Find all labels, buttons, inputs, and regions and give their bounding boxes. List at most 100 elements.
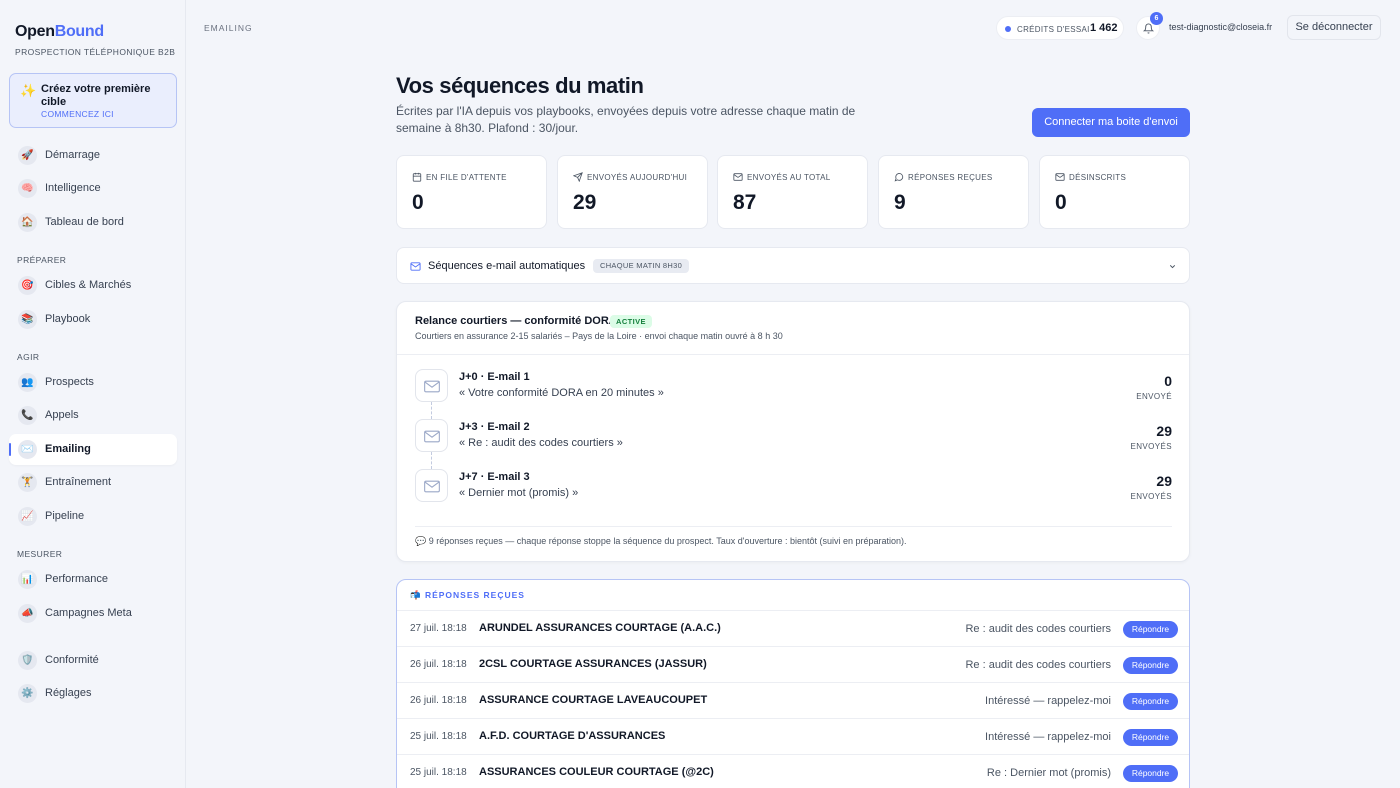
reply-date: 27 juil. 18:18 bbox=[410, 623, 467, 634]
mail-icon bbox=[1055, 173, 1065, 181]
sidebar-item-pipeline[interactable]: 📈 Pipeline bbox=[9, 501, 177, 532]
weightlifter-icon: 🏋️ bbox=[18, 473, 37, 492]
stat-value: 29 bbox=[573, 191, 597, 214]
bar-chart-icon: 📊 bbox=[18, 570, 37, 589]
envelope-icon bbox=[415, 419, 448, 452]
reply-button[interactable]: Répondre bbox=[1123, 729, 1178, 746]
step-count-unit: ENVOYÉ bbox=[1136, 392, 1172, 401]
sidebar-item-intelligence[interactable]: 🧠 Intelligence bbox=[9, 173, 177, 204]
email-sequences-toggle[interactable]: Séquences e-mail automatiques CHAQUE MAT… bbox=[396, 247, 1190, 284]
divider bbox=[397, 354, 1189, 355]
stat-label: En file d'attente bbox=[426, 173, 507, 182]
reply-button[interactable]: Répondre bbox=[1123, 657, 1178, 674]
sidebar-item-playbook[interactable]: 📚 Playbook bbox=[9, 304, 177, 335]
stat-label: Envoyés au total bbox=[747, 173, 831, 182]
sequence-title: Relance courtiers — conformité DORA bbox=[415, 315, 617, 327]
brain-icon: 🧠 bbox=[18, 179, 37, 198]
books-icon: 📚 bbox=[18, 310, 37, 329]
reply-row[interactable]: 25 juil. 18:18 ASSURANCES COULEUR COURTA… bbox=[397, 754, 1189, 788]
sidebar-item-dashboard[interactable]: 🏠 Tableau de bord bbox=[9, 207, 177, 238]
reply-company: 2CSL COURTAGE ASSURANCES (JASSUR) bbox=[479, 658, 707, 670]
sidebar-item-label: Emailing bbox=[45, 443, 91, 455]
chevron-down-icon bbox=[1169, 265, 1176, 269]
sequence-step[interactable]: J+3 · E-mail 2 « Re : audit des codes co… bbox=[415, 419, 1172, 459]
page-title: Vos séquences du matin bbox=[396, 73, 644, 98]
mail-icon bbox=[733, 173, 743, 181]
shield-icon: 🛡️ bbox=[18, 651, 37, 670]
credits-dot bbox=[1005, 26, 1011, 32]
reply-subject: Intéressé — rappelez-moi bbox=[985, 695, 1111, 707]
reply-row[interactable]: 25 juil. 18:18 A.F.D. COURTAGE D'ASSURAN… bbox=[397, 718, 1189, 754]
reply-company: ASSURANCE COURTAGE LAVEAUCOUPET bbox=[479, 694, 708, 706]
reply-row[interactable]: 26 juil. 18:18 2CSL COURTAGE ASSURANCES … bbox=[397, 646, 1189, 682]
reply-button[interactable]: Répondre bbox=[1123, 765, 1178, 782]
trial-credits: CRÉDITS D'ESSAI 1 462 bbox=[996, 16, 1124, 40]
envelope-icon: ✉️ bbox=[18, 440, 37, 459]
stat-unsubscribed: Désinscrits 0 bbox=[1039, 155, 1190, 229]
chat-icon bbox=[894, 173, 904, 182]
logo[interactable]: OpenBound bbox=[15, 23, 104, 41]
sidebar-item-prospects[interactable]: 👥 Prospects bbox=[9, 367, 177, 398]
reply-subject: Re : audit des codes courtiers bbox=[965, 623, 1111, 635]
sidebar-item-label: Réglages bbox=[45, 687, 92, 699]
sidebar-item-training[interactable]: 🏋️ Entraînement bbox=[9, 467, 177, 498]
sidebar: OpenBound Prospection téléphonique B2B ✨… bbox=[0, 0, 186, 788]
logout-button[interactable]: Se déconnecter bbox=[1287, 15, 1381, 40]
stat-value: 9 bbox=[894, 191, 906, 214]
sidebar-item-emailing[interactable]: ✉️ Emailing bbox=[9, 434, 177, 465]
reply-row[interactable]: 27 juil. 18:18 ARUNDEL ASSURANCES COURTA… bbox=[397, 610, 1189, 646]
sidebar-item-meta-campaigns[interactable]: 📣 Campagnes Meta bbox=[9, 598, 177, 629]
rocket-icon: 🚀 bbox=[18, 146, 37, 165]
step-name: J+3 · E-mail 2 bbox=[459, 421, 530, 433]
step-subject: « Votre conformité DORA en 20 minutes » bbox=[459, 387, 664, 399]
sidebar-item-label: Prospects bbox=[45, 376, 94, 388]
tagline: Prospection téléphonique B2B bbox=[15, 47, 176, 57]
stat-label: Réponses reçues bbox=[908, 173, 993, 182]
sidebar-item-performance[interactable]: 📊 Performance bbox=[9, 564, 177, 595]
sidebar-item-label: Conformité bbox=[45, 654, 99, 666]
bell-icon bbox=[1143, 23, 1154, 34]
schedule-tag: CHAQUE MATIN 8H30 bbox=[593, 259, 690, 273]
sidebar-item-demarrage[interactable]: 🚀 Démarrage bbox=[9, 140, 177, 171]
sequence-step[interactable]: J+0 · E-mail 1 « Votre conformité DORA e… bbox=[415, 369, 1172, 409]
sidebar-item-label: Pipeline bbox=[45, 510, 85, 522]
sequences-title: Séquences e-mail automatiques bbox=[428, 260, 586, 272]
sequence-step[interactable]: J+7 · E-mail 3 « Dernier mot (promis) » … bbox=[415, 469, 1172, 509]
stat-sent-today: Envoyés aujourd'hui 29 bbox=[557, 155, 708, 229]
section-agir: Agir bbox=[17, 352, 40, 362]
reply-row[interactable]: 26 juil. 18:18 ASSURANCE COURTAGE LAVEAU… bbox=[397, 682, 1189, 718]
stat-value: 0 bbox=[1055, 191, 1067, 214]
step-count: 0 bbox=[1164, 373, 1172, 389]
stat-value: 0 bbox=[412, 191, 424, 214]
reply-button[interactable]: Répondre bbox=[1123, 621, 1178, 638]
reply-subject: Intéressé — rappelez-moi bbox=[985, 731, 1111, 743]
create-target-cta[interactable]: ✨ Créez votre première cible COMMENCEZ I… bbox=[9, 73, 177, 128]
reply-button[interactable]: Répondre bbox=[1123, 693, 1178, 710]
sequence-description: Courtiers en assurance 2-15 salariés – P… bbox=[415, 331, 783, 341]
sidebar-item-label: Appels bbox=[45, 409, 79, 421]
envelope-icon bbox=[415, 469, 448, 502]
sidebar-item-targets[interactable]: 🎯 Cibles & Marchés bbox=[9, 270, 177, 301]
send-icon bbox=[573, 172, 583, 182]
notification-badge: 6 bbox=[1150, 12, 1163, 25]
sidebar-item-compliance[interactable]: 🛡️ Conformité bbox=[9, 645, 177, 676]
house-icon: 🏠 bbox=[18, 213, 37, 232]
reply-subject: Re : audit des codes courtiers bbox=[965, 659, 1111, 671]
sidebar-item-label: Tableau de bord bbox=[45, 216, 124, 228]
logo-accent: Bound bbox=[54, 23, 104, 40]
sidebar-item-calls[interactable]: 📞 Appels bbox=[9, 400, 177, 431]
reply-company: ARUNDEL ASSURANCES COURTAGE (A.A.C.) bbox=[479, 622, 721, 634]
phone-icon: 📞 bbox=[18, 406, 37, 425]
sidebar-item-label: Intelligence bbox=[45, 182, 101, 194]
connect-mailbox-button[interactable]: Connecter ma boite d'envoi bbox=[1032, 108, 1190, 137]
cta-subtitle: COMMENCEZ ICI bbox=[41, 109, 114, 119]
section-prep: Préparer bbox=[17, 255, 67, 265]
status-badge: ACTIVE bbox=[610, 315, 652, 328]
step-count: 29 bbox=[1156, 423, 1172, 439]
reply-date: 26 juil. 18:18 bbox=[410, 659, 467, 670]
step-count-unit: ENVOYÉS bbox=[1130, 442, 1172, 451]
target-icon: 🎯 bbox=[18, 276, 37, 295]
sidebar-item-settings[interactable]: ⚙️ Réglages bbox=[9, 678, 177, 709]
section-mesurer: Mesurer bbox=[17, 549, 63, 559]
reply-date: 26 juil. 18:18 bbox=[410, 695, 467, 706]
